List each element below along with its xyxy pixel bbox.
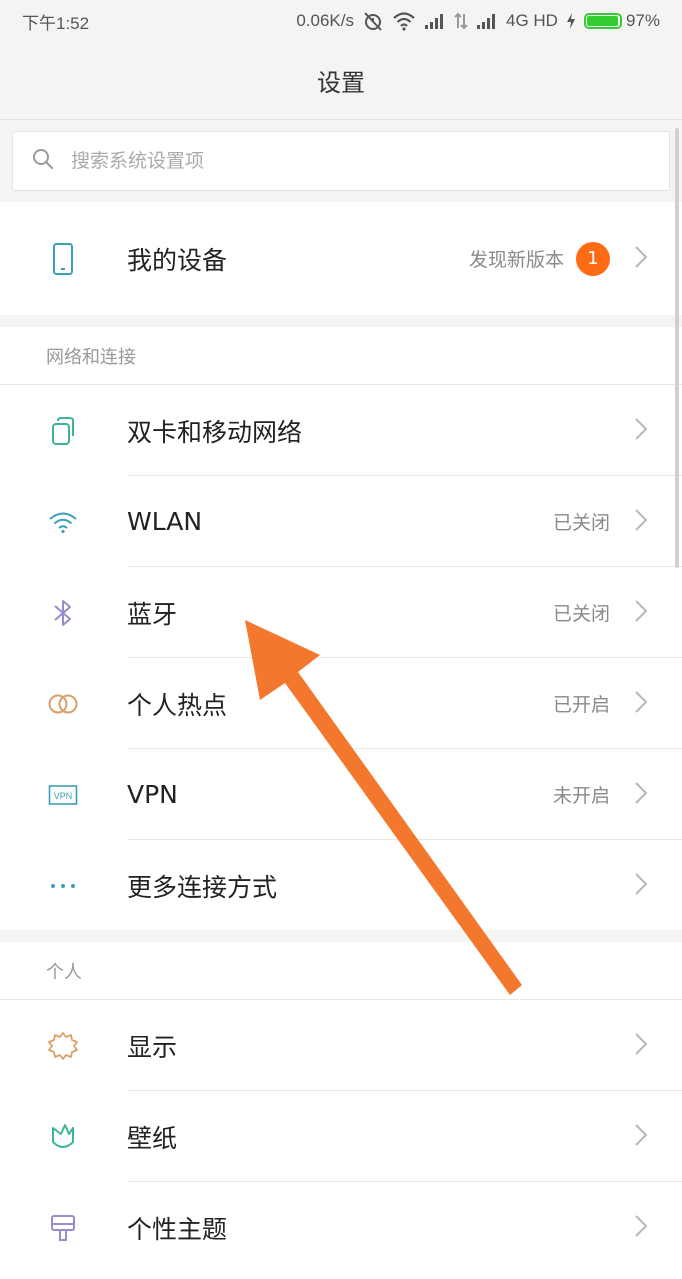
battery-icon [583,13,622,29]
row-label: 显示 [127,1032,178,1062]
vpn-icon-text: VPN [54,791,73,801]
status-time: 下午1:52 [22,13,90,33]
row-label: 壁纸 [127,1123,178,1153]
sim-cards-icon [46,414,80,448]
wifi-status-icon [392,11,416,31]
row-label: VPN [127,780,178,809]
row-more-connections[interactable]: 更多连接方式 [0,840,682,931]
row-vpn[interactable]: VPN VPN 未开启 [0,749,682,840]
row-value: 未开启 [552,785,610,807]
row-dual-sim[interactable]: 双卡和移动网络 [0,385,682,476]
battery-percent: 97% [625,11,660,30]
scrollbar[interactable] [675,128,679,568]
row-bluetooth[interactable]: 蓝牙 已关闭 [0,567,682,658]
row-label: WLAN [127,507,203,536]
chevron-right-icon [634,1214,648,1242]
my-device-label: 我的设备 [127,245,228,275]
section-header-personal: 个人 [0,942,682,1000]
chevron-right-icon [634,417,648,445]
row-value: 已关闭 [552,512,610,534]
network-section: 网络和连接 双卡和移动网络 WLAN 已关闭 蓝牙 已关闭 个人热点 已开启 V… [0,327,682,930]
my-device-row[interactable]: 我的设备 发现新版本 1 [0,202,682,315]
battery: 97% [583,11,660,31]
theme-brush-icon [46,1211,80,1245]
personal-section: 个人 显示 壁纸 个性主题 [0,942,682,1279]
row-value: 已开启 [552,694,610,716]
charging-icon [566,12,576,30]
bluetooth-icon [46,596,80,630]
wifi-icon [46,505,80,539]
chevron-right-icon [634,245,648,273]
status-right: 0.06K/s 4G HD 97% [296,10,660,32]
signal-icon-2 [476,12,498,30]
row-label: 个人热点 [127,690,228,720]
chevron-right-icon [634,1032,648,1060]
display-brightness-icon [46,1029,80,1063]
chevron-right-icon [634,690,648,718]
chevron-right-icon [634,508,648,536]
update-available-text: 发现新版本 [468,249,564,271]
chevron-right-icon [634,1123,648,1151]
row-theme[interactable]: 个性主题 [0,1182,682,1273]
search-wrap [0,121,682,201]
wallpaper-icon [46,1120,80,1154]
data-transfer-icon [454,12,468,30]
vpn-icon: VPN [46,778,80,812]
hotspot-icon [46,687,80,721]
chevron-right-icon [634,599,648,627]
row-value: 已关闭 [552,603,610,625]
row-wlan[interactable]: WLAN 已关闭 [0,476,682,567]
page-title-bar: 设置 [0,42,682,120]
row-wallpaper[interactable]: 壁纸 [0,1091,682,1182]
section-header-network: 网络和连接 [0,327,682,385]
status-bar: 下午1:52 0.06K/s 4G HD 97% [0,0,682,42]
page-title: 设置 [317,69,365,97]
device-card: 我的设备 发现新版本 1 [0,202,682,315]
row-display[interactable]: 显示 [0,1000,682,1091]
phone-icon [46,242,80,276]
update-badge: 1 [576,241,610,276]
search-input[interactable] [71,150,571,172]
row-hotspot[interactable]: 个人热点 已开启 [0,658,682,749]
chevron-right-icon [634,781,648,809]
alarm-off-icon [362,10,384,32]
row-label: 双卡和移动网络 [127,417,303,447]
signal-icon [424,12,446,30]
chevron-right-icon [634,872,648,900]
search-icon [31,147,71,175]
battery-fill [586,16,618,26]
search-box[interactable] [12,131,670,191]
network-type: 4G HD [506,11,558,30]
row-label: 蓝牙 [127,599,178,629]
network-speed: 0.06K/s [296,11,354,30]
row-label: 更多连接方式 [127,872,278,902]
row-label: 个性主题 [127,1214,228,1244]
more-dots-icon [46,869,80,903]
